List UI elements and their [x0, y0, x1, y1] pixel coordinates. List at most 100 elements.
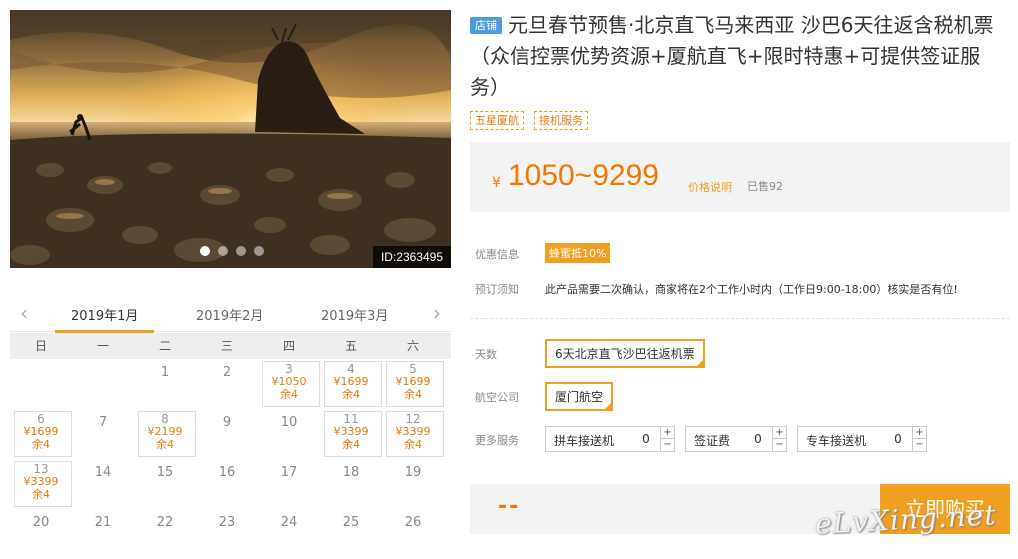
- day-remaining: 余4: [342, 438, 360, 451]
- service-visa-fee: 签证费 0 + −: [685, 426, 787, 452]
- day-price: ¥1050: [271, 375, 307, 388]
- calendar-day[interactable]: 11 ¥3399 余4: [320, 409, 382, 459]
- notice-label: 预订须知: [475, 283, 519, 296]
- calendar-day: 21: [72, 509, 134, 559]
- day-number: 21: [94, 515, 112, 530]
- quantity-value[interactable]: 0: [636, 432, 656, 446]
- calendar-day[interactable]: 6 ¥1699 余4: [10, 409, 72, 459]
- day-remaining: 余4: [156, 438, 174, 451]
- weekday-label: 日: [34, 339, 47, 353]
- calendar-day: 1: [134, 359, 196, 409]
- plus-icon[interactable]: +: [660, 427, 674, 439]
- day-price: ¥1699: [395, 375, 431, 388]
- day-number: 6: [37, 412, 45, 426]
- calendar-day: 2: [196, 359, 258, 409]
- discount-badge: 蜂蜜抵10%: [545, 243, 611, 263]
- day-number: 24: [280, 515, 298, 530]
- day-remaining: 余4: [280, 388, 298, 401]
- day-number: 16: [218, 465, 236, 480]
- product-title-block: 店铺 元旦春节预售·北京直飞马来西亚 沙巴6天往返含税机票（众信控票优势资源+厦航…: [470, 10, 1010, 103]
- calendar-day[interactable]: 4 ¥1699 余4: [320, 359, 382, 409]
- quantity-value[interactable]: 0: [748, 432, 768, 446]
- plus-icon[interactable]: +: [912, 427, 926, 439]
- weekday-label: 四: [282, 339, 295, 353]
- day-remaining: 余4: [404, 438, 422, 451]
- day-number: 19: [404, 465, 422, 480]
- weekday-label: 一: [96, 339, 109, 353]
- calendar-day[interactable]: 8 ¥2199 余4: [134, 409, 196, 459]
- airline-label: 航空公司: [475, 391, 519, 404]
- calendar-day: 16: [196, 459, 258, 509]
- day-number: 2: [222, 365, 232, 380]
- day-remaining: 余4: [32, 488, 50, 501]
- day-number: 17: [280, 465, 298, 480]
- weekday-label: 二: [158, 339, 171, 353]
- calendar-day[interactable]: 5 ¥1699 余4: [382, 359, 444, 409]
- minus-icon[interactable]: −: [912, 439, 926, 451]
- weekday-label: 六: [406, 339, 419, 353]
- day-number: 14: [94, 465, 112, 480]
- calendar-day[interactable]: 3 ¥1050 余4: [258, 359, 320, 409]
- calendar-day: 24: [258, 509, 320, 559]
- calendar-day[interactable]: 12 ¥3399 余4: [382, 409, 444, 459]
- day-price: ¥1699: [23, 425, 59, 438]
- carousel-dot[interactable]: [254, 246, 264, 256]
- tab-month-feb[interactable]: 2019年2月: [196, 305, 263, 324]
- price-range: 1050~9299: [508, 159, 659, 192]
- service-name: 拼车接送机: [554, 434, 615, 448]
- chevron-right-icon[interactable]: ›: [427, 301, 447, 325]
- calendar-grid: 1 2 3 ¥1050 余4 4 ¥1699 余4 5 ¥1699 余4 6 ¥1699 余4 7 8 ¥219…: [10, 359, 451, 559]
- minus-icon[interactable]: −: [660, 439, 674, 451]
- day-number: 22: [156, 515, 174, 530]
- weekday-label: 五: [344, 339, 357, 353]
- day-number: 4: [347, 362, 355, 376]
- day-number: 7: [98, 415, 108, 430]
- airline-option-selected[interactable]: 厦门航空: [545, 382, 614, 411]
- price-panel: ¥ 1050~9299 价格说明 已售92: [470, 142, 1010, 212]
- shop-badge[interactable]: 店铺: [470, 17, 502, 34]
- quantity-value[interactable]: 0: [888, 432, 908, 446]
- day-number: 5: [409, 362, 417, 376]
- calendar-day: 26: [382, 509, 444, 559]
- product-title: 元旦春节预售·北京直飞马来西亚 沙巴6天往返含税机票（众信控票优势资源+厦航直飞…: [470, 13, 994, 99]
- tab-month-mar[interactable]: 2019年3月: [321, 305, 388, 324]
- calendar-day: 15: [134, 459, 196, 509]
- calendar-day: 9: [196, 409, 258, 459]
- calendar-day: 23: [196, 509, 258, 559]
- day-number: 25: [342, 515, 360, 530]
- plus-icon[interactable]: +: [772, 427, 786, 439]
- currency-symbol: ¥: [492, 175, 501, 191]
- tag-five-star-airline: 五星厦航: [470, 111, 524, 130]
- day-number: 15: [156, 465, 174, 480]
- service-name: 签证费: [694, 434, 731, 448]
- tab-month-jan[interactable]: 2019年1月: [54, 305, 155, 333]
- service-name: 专车接送机: [806, 434, 867, 448]
- image-id-label: ID:2363495: [372, 246, 451, 268]
- calendar-day: 18: [320, 459, 382, 509]
- calendar-day[interactable]: 13 ¥3399 余4: [10, 459, 72, 509]
- weekday-label: 三: [220, 339, 233, 353]
- day-number: 26: [404, 515, 422, 530]
- day-price: ¥1699: [333, 375, 369, 388]
- day-price: ¥3399: [395, 425, 431, 438]
- sunset-beach-photo: [10, 10, 451, 268]
- day-number: 10: [280, 415, 298, 430]
- day-price: ¥3399: [333, 425, 369, 438]
- carousel-dot[interactable]: [236, 246, 246, 256]
- minus-icon[interactable]: −: [772, 439, 786, 451]
- carousel-dot[interactable]: [200, 246, 210, 256]
- days-option-selected[interactable]: 6天北京直飞沙巴往返机票: [545, 339, 705, 368]
- chevron-left-icon[interactable]: ‹: [14, 301, 34, 325]
- price-explain-link[interactable]: 价格说明: [688, 179, 732, 195]
- calendar-day: 10: [258, 409, 320, 459]
- booking-notice: 此产品需要二次确认，商家将在2个工作小时内（工作日9:00-18:00）核实是否…: [545, 283, 958, 296]
- divider: [470, 318, 1010, 319]
- day-number: 23: [218, 515, 236, 530]
- day-price: ¥2199: [147, 425, 183, 438]
- calendar-day: 7: [72, 409, 134, 459]
- calendar-day: 25: [320, 509, 382, 559]
- hero-image[interactable]: ID:2363495: [10, 10, 451, 268]
- carousel-dot[interactable]: [218, 246, 228, 256]
- weekday-header: 日 一 二 三 四 五 六: [10, 333, 451, 359]
- calendar-empty-cell: [10, 359, 72, 409]
